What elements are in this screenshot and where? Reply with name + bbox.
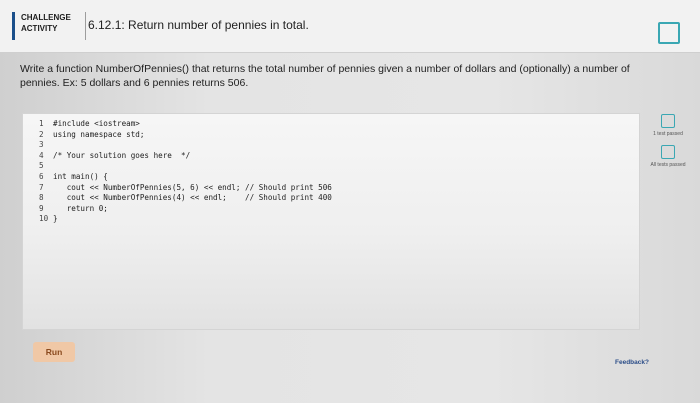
line-number: 4: [39, 150, 44, 160]
code-line[interactable]: 5: [39, 161, 332, 172]
code-line-text[interactable]: using namespace std;: [53, 130, 144, 139]
line-number: 9: [39, 203, 44, 213]
code-line[interactable]: 10}: [39, 214, 332, 225]
completion-check-icon: [658, 22, 680, 44]
code-line-text[interactable]: /* Your solution goes here */: [53, 151, 190, 160]
activity-page: CHALLENGE ACTIVITY 6.12.1: Return number…: [0, 0, 700, 403]
test2-label: All tests passed: [650, 162, 686, 168]
feedback-link[interactable]: Feedback?: [615, 359, 649, 366]
code-line-text[interactable]: cout << NumberOfPennies(5, 6) << endl; /…: [53, 183, 332, 192]
code-line-text[interactable]: cout << NumberOfPennies(4) << endl; // S…: [53, 193, 332, 202]
code-editor[interactable]: 1 #include <iostream> 2 using namespace std…: [22, 113, 640, 330]
line-number: 8: [39, 193, 44, 203]
test1-label: 1 test passed: [653, 131, 683, 137]
code-line[interactable]: 3: [39, 140, 332, 151]
code-line[interactable]: 4 /* Your solution goes here */: [39, 151, 332, 162]
code-line-text[interactable]: #include <iostream>: [53, 119, 140, 128]
test1-check-icon: [661, 114, 675, 128]
line-number: 6: [39, 171, 44, 181]
run-button[interactable]: Run: [33, 342, 75, 362]
code-line-text[interactable]: return 0;: [53, 204, 108, 213]
line-number: 5: [39, 161, 44, 171]
code-line[interactable]: 7 cout << NumberOfPennies(5, 6) << endl;…: [39, 183, 332, 194]
line-number: 3: [39, 140, 44, 150]
code-text[interactable]: 1 #include <iostream> 2 using namespace std…: [39, 119, 332, 225]
line-number: 7: [39, 182, 44, 192]
activity-description: Write a function NumberOfPennies() that …: [20, 63, 630, 89]
activity-title: 6.12.1: Return number of pennies in tota…: [88, 18, 309, 32]
challenge-activity-label: CHALLENGE ACTIVITY: [12, 12, 86, 40]
activity-header: CHALLENGE ACTIVITY 6.12.1: Return number…: [0, 0, 700, 53]
code-line-text[interactable]: int main() {: [53, 172, 108, 181]
line-number: 1: [39, 119, 44, 128]
code-line-text[interactable]: }: [53, 214, 58, 223]
code-line[interactable]: 2 using namespace std;: [39, 130, 332, 141]
code-line[interactable]: 8 cout << NumberOfPennies(4) << endl; //…: [39, 193, 332, 204]
line-number: 10: [39, 214, 49, 224]
line-number: 2: [39, 129, 44, 139]
test2-check-icon: [661, 145, 675, 159]
test-status-panel: 1 test passed All tests passed: [643, 113, 693, 168]
code-line[interactable]: 6 int main() {: [39, 172, 332, 183]
code-line[interactable]: 9 return 0;: [39, 204, 332, 215]
code-line[interactable]: 1 #include <iostream>: [39, 119, 332, 130]
